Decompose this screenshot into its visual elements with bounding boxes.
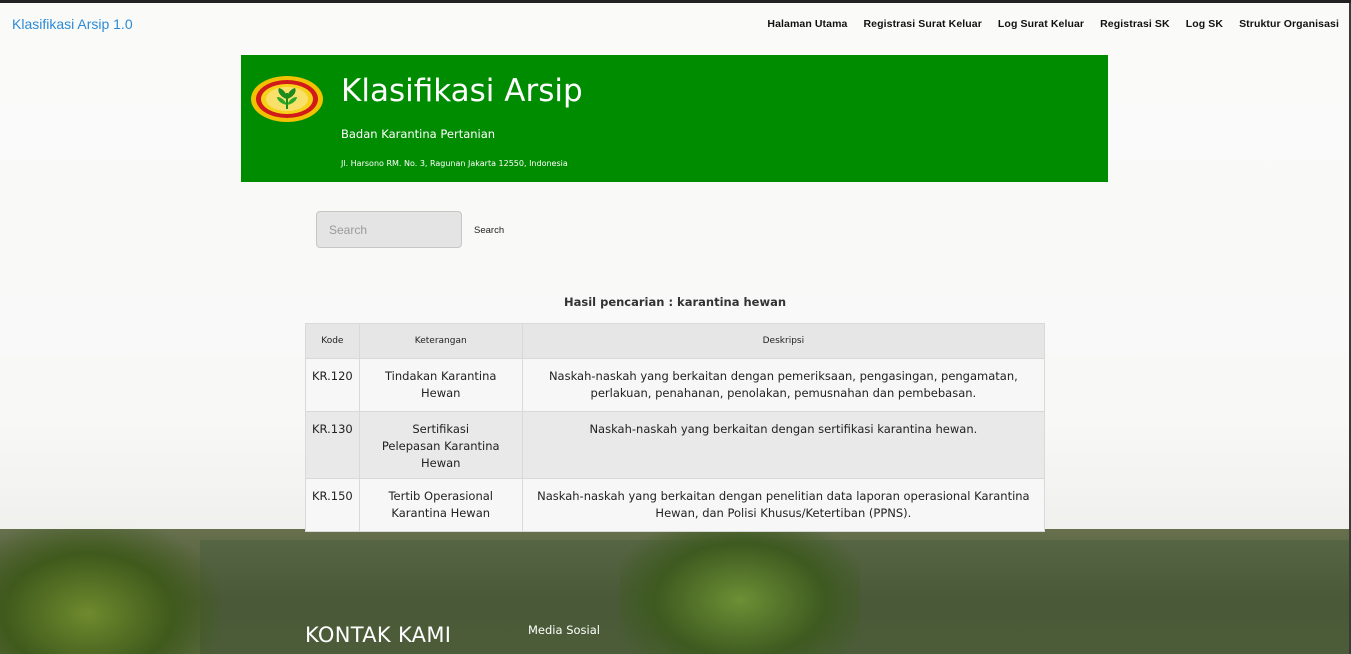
table-row: KR.150 Tertib Operasional Karantina Hewa… xyxy=(305,478,1046,532)
nav-struktur-organisasi[interactable]: Struktur Organisasi xyxy=(1239,18,1339,30)
table-row: KR.120 Tindakan Karantina Hewan Naskah-n… xyxy=(305,358,1046,412)
organization-name: Badan Karantina Pertanian xyxy=(341,127,496,141)
table-header-row: Kode Keterangan Deskripsi xyxy=(305,323,1046,359)
ministry-emblem-icon xyxy=(251,76,323,122)
search-button[interactable]: Search xyxy=(466,221,512,239)
footer-contact-title: KONTAK KAMI xyxy=(305,623,452,647)
organization-address: Jl. Harsono RM. No. 3, Ragunan Jakarta 1… xyxy=(341,159,568,168)
nav-log-surat-keluar[interactable]: Log Surat Keluar xyxy=(998,18,1084,30)
page-title: Klasifikasi Arsip xyxy=(341,73,583,109)
header-banner: Klasifikasi Arsip Badan Karantina Pertan… xyxy=(241,55,1108,182)
footer-social-label: Media Sosial xyxy=(528,623,600,637)
background-palm-tree xyxy=(0,520,220,654)
window-top-edge xyxy=(0,0,1351,3)
nav-menu: Halaman Utama Registrasi Surat Keluar Lo… xyxy=(767,18,1339,30)
nav-registrasi-sk[interactable]: Registrasi SK xyxy=(1100,18,1170,30)
cell-deskripsi: Naskah-naskah yang berkaitan dengan sert… xyxy=(521,411,1046,479)
brand-link[interactable]: Klasifikasi Arsip 1.0 xyxy=(12,16,133,32)
background-shrub xyxy=(620,520,860,654)
search-input[interactable] xyxy=(316,211,462,248)
cell-kode: KR.120 xyxy=(305,358,360,412)
column-header-deskripsi: Deskripsi xyxy=(521,323,1046,359)
nav-registrasi-surat-keluar[interactable]: Registrasi Surat Keluar xyxy=(863,18,981,30)
nav-log-sk[interactable]: Log SK xyxy=(1186,18,1223,30)
cell-deskripsi: Naskah-naskah yang berkaitan dengan pene… xyxy=(521,478,1046,532)
cell-keterangan: Tindakan Karantina Hewan xyxy=(358,358,523,412)
cell-deskripsi: Naskah-naskah yang berkaitan dengan peme… xyxy=(521,358,1046,412)
cell-keterangan: Tertib Operasional Karantina Hewan xyxy=(358,478,523,532)
nav-halaman-utama[interactable]: Halaman Utama xyxy=(767,18,847,30)
table-row: KR.130 Sertifikasi Pelepasan Karantina H… xyxy=(305,411,1046,479)
search-result-heading: Hasil pencarian : karantina hewan xyxy=(563,295,787,309)
column-header-kode: Kode xyxy=(305,323,360,359)
cell-keterangan: Sertifikasi Pelepasan Karantina Hewan xyxy=(358,411,523,479)
cell-kode: KR.150 xyxy=(305,478,360,532)
column-header-keterangan: Keterangan xyxy=(358,323,523,359)
results-table: Kode Keterangan Deskripsi KR.120 Tindaka… xyxy=(305,323,1046,532)
cell-kode: KR.130 xyxy=(305,411,360,479)
navbar: Klasifikasi Arsip 1.0 Halaman Utama Regi… xyxy=(0,3,1351,45)
